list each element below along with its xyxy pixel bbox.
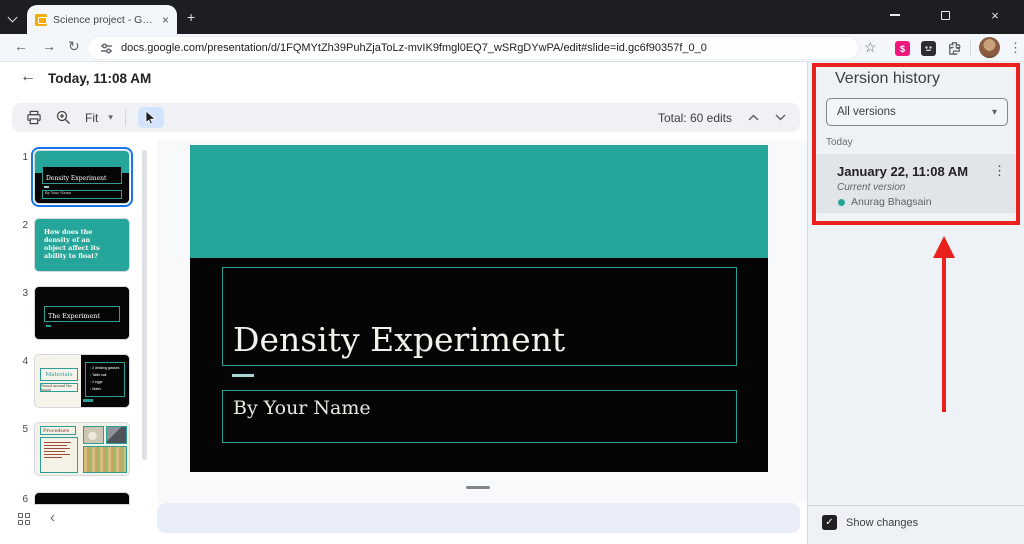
slide-title-text: Density Experiment xyxy=(233,320,565,359)
thumb-subtitle: By Your Name xyxy=(45,191,71,195)
toolbar-separator xyxy=(970,39,971,56)
tab-search-icon[interactable] xyxy=(9,14,17,22)
thumb-photo xyxy=(106,426,127,444)
thumb-title: Materials xyxy=(45,372,72,378)
toolbar-divider xyxy=(125,110,126,126)
slide-number: 4 xyxy=(14,356,28,367)
browser-menu-icon[interactable]: ⋮ xyxy=(1009,40,1022,56)
extension-dollar-icon[interactable]: $ xyxy=(895,41,910,56)
editor-toolbar: Fit ▾ Total: 60 edits xyxy=(12,103,800,132)
zoom-button[interactable] xyxy=(56,110,71,125)
slide-number: 1 xyxy=(14,152,28,163)
checkmark-icon: ✓ xyxy=(825,517,833,528)
slide-accent-dash xyxy=(232,374,254,377)
total-edits-label: Total: 60 edits xyxy=(658,111,732,125)
next-edit-button[interactable] xyxy=(775,114,786,121)
exit-version-history-button[interactable]: ← xyxy=(20,68,36,86)
tab-title: Science project - Google Slides xyxy=(53,14,156,26)
window-maximize-button[interactable] xyxy=(925,0,965,30)
extension-dark-glyph xyxy=(924,45,933,52)
thumb-bullet: ▪ 2 eggs xyxy=(90,379,124,386)
close-icon: × xyxy=(991,8,999,23)
thumb-photo xyxy=(83,426,104,444)
thumb-question-text: How does the density of an object affect… xyxy=(44,228,106,260)
browser-tab[interactable]: Science project - Google Slides × xyxy=(27,5,177,34)
cursor-icon xyxy=(145,111,156,124)
google-slides-favicon xyxy=(35,14,47,26)
window-minimize-button[interactable] xyxy=(875,0,915,30)
slide-number: 5 xyxy=(14,424,28,435)
site-info-icon[interactable] xyxy=(100,42,113,55)
print-button[interactable] xyxy=(26,110,42,125)
slide-subtitle-box[interactable]: By Your Name xyxy=(222,390,737,443)
annotation-arrow-head xyxy=(933,236,955,258)
thumb-title: The Experiment xyxy=(48,312,100,320)
thumb-title: Procedure xyxy=(43,428,69,434)
previous-edit-button[interactable] xyxy=(748,114,759,121)
browser-forward-icon[interactable]: → xyxy=(42,38,56,54)
version-header-title: Today, 11:08 AM xyxy=(48,71,151,86)
new-tab-button[interactable]: + xyxy=(187,9,195,25)
thumb-text-block xyxy=(40,437,78,473)
slide-number: 3 xyxy=(14,288,28,299)
slide-thumbnail-3[interactable]: The Experiment xyxy=(34,286,130,340)
app-window: Science project - Google Slides × + × ← … xyxy=(0,0,1024,544)
thumb-bullet: ▪ 2 drinking glasses xyxy=(90,365,124,372)
show-changes-label: Show changes xyxy=(846,517,918,529)
browser-back-icon[interactable]: ← xyxy=(14,38,28,54)
annotation-highlight-rectangle xyxy=(812,63,1020,225)
slide-number: 2 xyxy=(14,220,28,231)
slide-thumbnail-5[interactable]: Procedure xyxy=(34,422,130,476)
current-slide[interactable]: Density Experiment By Your Name xyxy=(190,145,768,472)
grid-view-button[interactable] xyxy=(18,513,32,527)
collapse-filmstrip-icon[interactable]: ‹ xyxy=(50,509,55,526)
url-text: docs.google.com/presentation/d/1FQMYtZh3… xyxy=(121,42,707,54)
browser-reload-icon[interactable]: ↻ xyxy=(68,38,80,55)
slide-title-box[interactable]: Density Experiment xyxy=(222,267,737,366)
tab-close-icon[interactable]: × xyxy=(162,14,169,26)
thumb-title: Density Experiment xyxy=(46,175,106,182)
maximize-icon xyxy=(941,11,950,20)
speaker-notes-handle[interactable] xyxy=(466,486,490,489)
panel-divider xyxy=(807,505,1024,506)
annotation-arrow xyxy=(942,256,946,412)
slide-thumbnail-4[interactable]: Materials Found around the house ▪ 2 dri… xyxy=(34,354,130,408)
thumb-bullet: ▪ Water xyxy=(90,386,124,393)
fit-caret-icon[interactable]: ▾ xyxy=(108,112,113,123)
slide-thumbnail-2[interactable]: How does the density of an object affect… xyxy=(34,218,130,272)
slide-thumbnail-1[interactable]: Density Experiment By Your Name xyxy=(34,150,130,204)
slide-teal-band xyxy=(190,145,768,258)
zoom-fit-select[interactable]: Fit xyxy=(85,111,98,125)
window-close-button[interactable]: × xyxy=(975,0,1015,30)
thumb-subtitle: Found around the house xyxy=(41,384,77,392)
slide-thumbnail-6[interactable] xyxy=(34,492,130,505)
thumb-photo xyxy=(83,446,127,473)
filmstrip-scrollbar[interactable] xyxy=(142,150,147,460)
profile-avatar[interactable] xyxy=(979,37,1000,58)
show-changes-checkbox[interactable]: ✓ xyxy=(822,515,837,530)
extensions-puzzle-icon[interactable] xyxy=(947,40,962,55)
slide-number: 6 xyxy=(14,494,28,505)
thumb-bullet: ▪ Table salt xyxy=(90,372,124,379)
minimize-icon xyxy=(890,14,900,16)
bookmark-star-icon[interactable]: ☆ xyxy=(864,39,877,56)
select-tool-button[interactable] xyxy=(138,107,164,128)
extension-dark-icon[interactable] xyxy=(921,41,936,56)
slide-subtitle-text: By Your Name xyxy=(233,397,371,419)
url-bar[interactable]: docs.google.com/presentation/d/1FQMYtZh3… xyxy=(88,37,858,59)
speaker-notes-bar[interactable] xyxy=(157,503,800,533)
